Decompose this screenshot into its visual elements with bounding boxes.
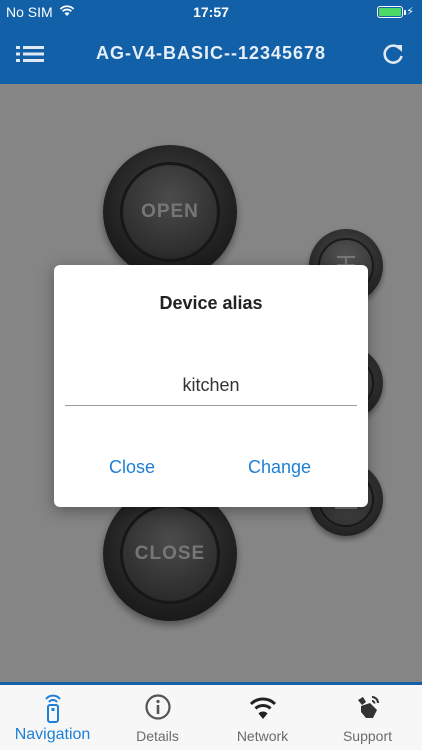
- tab-details-label: Details: [136, 728, 179, 744]
- bottom-tab-bar: Navigation Details Network Support: [0, 682, 422, 750]
- battery-icon: [377, 5, 407, 18]
- support-hand-icon: [315, 693, 420, 723]
- dialog-change-button[interactable]: Change: [248, 457, 311, 478]
- refresh-icon[interactable]: [378, 40, 408, 68]
- dialog-close-button[interactable]: Close: [109, 457, 155, 478]
- tab-navigation[interactable]: Navigation: [0, 685, 105, 750]
- tab-network[interactable]: Network: [210, 685, 315, 750]
- tab-support-label: Support: [342, 728, 393, 744]
- app-bar: AG-V4-BASIC--12345678: [0, 24, 422, 84]
- device-alias-dialog: Device alias Close Change: [54, 265, 368, 507]
- info-icon: [105, 693, 210, 723]
- tab-navigation-label: Navigation: [14, 726, 91, 743]
- tab-support[interactable]: Support: [315, 685, 420, 750]
- remote-control-icon: [0, 693, 105, 723]
- device-title: AG-V4-BASIC--12345678: [95, 43, 327, 63]
- tab-details[interactable]: Details: [105, 685, 210, 750]
- charging-bolt-icon: ⚡: [406, 6, 414, 18]
- status-time: 17:57: [193, 4, 229, 20]
- status-bar: No SIM 17:57 ⚡: [0, 0, 422, 24]
- dialog-title: Device alias: [159, 293, 263, 313]
- tab-network-label: Network: [236, 728, 289, 744]
- hamburger-menu-icon[interactable]: [14, 40, 48, 68]
- status-right: ⚡: [377, 5, 414, 18]
- alias-input[interactable]: [65, 365, 357, 406]
- wifi-icon: [210, 693, 315, 723]
